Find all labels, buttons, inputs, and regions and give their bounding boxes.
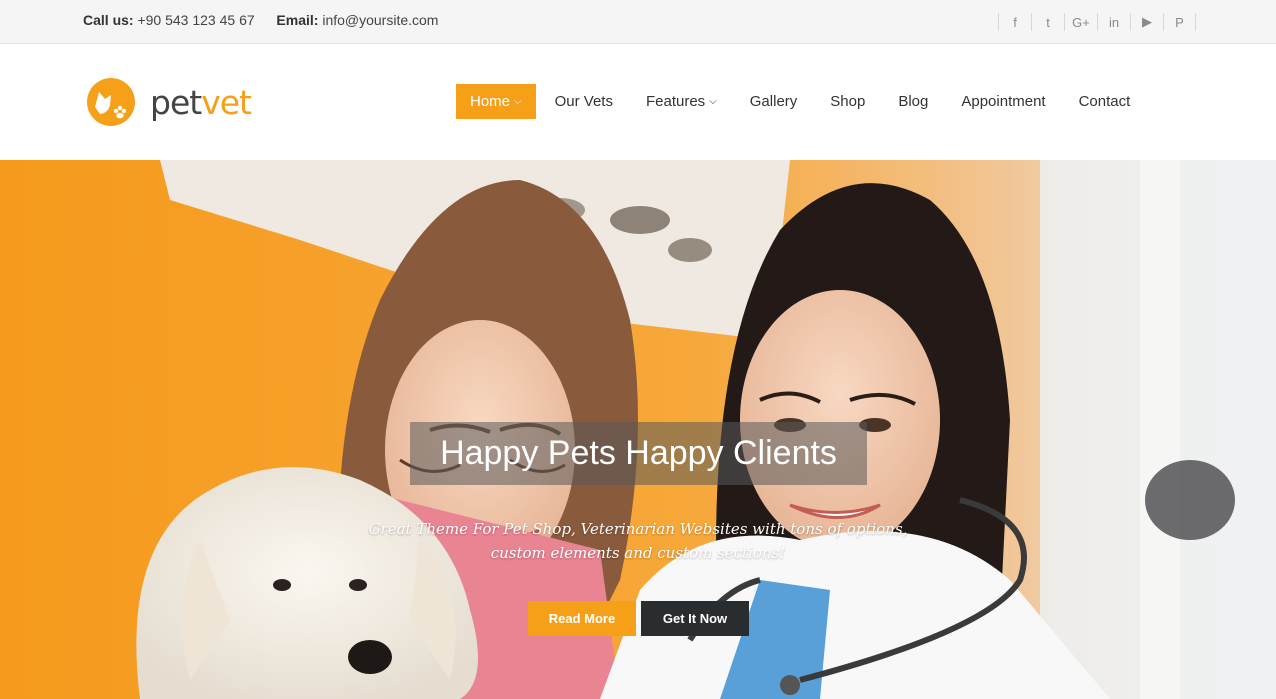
nav-item-features[interactable]: Features ⌵ (632, 84, 731, 119)
nav-item-label: Our Vets (554, 93, 613, 110)
twitter-icon[interactable]: t (1031, 13, 1064, 31)
hero-subtitle: Great Theme For Pet Shop, Veterinarian W… (368, 517, 908, 565)
nav-item-label: Blog (898, 93, 929, 110)
call-label: Call us: (83, 12, 134, 28)
youtube-icon[interactable]: ▶ (1130, 13, 1163, 31)
contact-info: Call us: +90 543 123 45 67 Email: info@y… (83, 12, 438, 28)
email-address[interactable]: info@yoursite.com (322, 12, 438, 28)
linkedin-icon[interactable]: in (1097, 13, 1130, 31)
chevron-down-icon: ⌵ (709, 96, 717, 107)
nav-item-our-vets[interactable]: Our Vets (541, 84, 627, 119)
social-links: f t G+ in ▶ P (998, 13, 1196, 31)
get-it-now-button[interactable]: Get It Now (641, 601, 749, 636)
phone-number: +90 543 123 45 67 (137, 12, 255, 28)
read-more-button[interactable]: Read More (528, 601, 636, 636)
nav-item-blog[interactable]: Blog (884, 84, 942, 119)
nav-item-label: Gallery (749, 93, 798, 110)
nav-item-gallery[interactable]: Gallery (736, 84, 812, 119)
hero-slider: Happy Pets Happy Clients Great Theme For… (0, 160, 1276, 699)
top-bar: Call us: +90 543 123 45 67 Email: info@y… (0, 0, 1276, 44)
nav-item-label: Contact (1078, 93, 1131, 110)
nav-item-label: Home (470, 93, 511, 110)
nav-item-label: Appointment (961, 93, 1046, 110)
pet-logo-icon (87, 78, 135, 126)
pinterest-icon[interactable]: P (1163, 13, 1196, 31)
hero-title: Happy Pets Happy Clients (410, 422, 867, 485)
nav-item-contact[interactable]: Contact (1065, 84, 1145, 119)
nav-item-home[interactable]: Home ⌵ (456, 84, 536, 119)
google-plus-icon[interactable]: G+ (1064, 13, 1097, 31)
logo[interactable]: petvet (86, 77, 252, 127)
chevron-down-icon: ⌵ (514, 96, 522, 107)
hero-subtitle-line-1: Great Theme For Pet Shop, Veterinarian W… (368, 520, 908, 538)
site-header: petvet Home ⌵ Our Vets Features ⌵ Galler… (0, 44, 1276, 160)
logo-text-vet: vet (201, 82, 252, 122)
nav-item-shop[interactable]: Shop (816, 84, 879, 119)
nav-item-appointment[interactable]: Appointment (947, 84, 1059, 119)
nav-item-label: Shop (830, 93, 866, 110)
nav-item-label: Features (645, 93, 706, 110)
logo-wordmark: petvet (150, 82, 252, 122)
hero-subtitle-line-2: custom elements and custom sections! (490, 544, 786, 562)
logo-text-pet: pet (150, 82, 202, 122)
email-label: Email: (276, 12, 319, 28)
facebook-icon[interactable]: f (998, 13, 1031, 31)
main-navigation: Home ⌵ Our Vets Features ⌵ Gallery Shop … (456, 84, 1144, 119)
